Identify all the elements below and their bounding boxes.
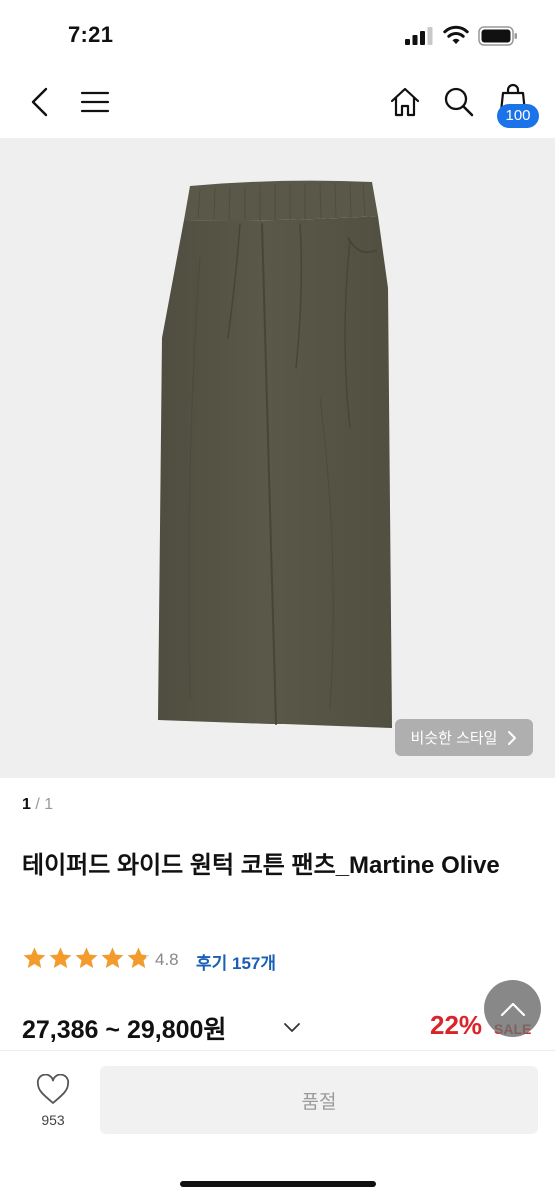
- chevron-left-icon: [31, 87, 48, 117]
- cellular-signal-icon: [405, 27, 433, 45]
- scroll-to-top-button[interactable]: [484, 980, 541, 1037]
- star-icon: [127, 947, 150, 968]
- back-button[interactable]: [20, 82, 60, 122]
- star-icon: [75, 947, 98, 968]
- similar-style-label: 비슷한 스타일: [410, 730, 498, 747]
- star-icon: [23, 947, 46, 968]
- price-range: 27,386 ~ 29,800원: [22, 1016, 227, 1044]
- menu-button[interactable]: [75, 82, 115, 122]
- heart-icon: [36, 1073, 70, 1104]
- cart-count-badge: 100: [497, 104, 539, 128]
- star-icon: [101, 947, 124, 968]
- product-photo: [158, 180, 392, 728]
- home-indicator: [180, 1181, 376, 1187]
- chevron-right-icon: [508, 730, 517, 745]
- home-icon: [390, 87, 420, 117]
- pager-current: 1: [22, 796, 31, 813]
- sold-out-button[interactable]: 품절: [100, 1066, 538, 1134]
- rating-value: 4.8: [155, 950, 179, 969]
- review-count-link[interactable]: 후기 157개: [196, 949, 276, 974]
- home-button[interactable]: [385, 82, 425, 122]
- pager-total: 1: [44, 796, 54, 813]
- rating-stars: [22, 946, 151, 971]
- pager-separator: /: [35, 796, 40, 813]
- similar-style-button[interactable]: 비슷한 스타일: [395, 719, 533, 756]
- search-icon: [444, 87, 474, 117]
- battery-icon: [478, 26, 517, 46]
- product-title: 테이퍼드 와이드 원턱 코튼 팬츠_Martine Olive: [22, 852, 500, 879]
- star-icon: [49, 947, 72, 968]
- search-button[interactable]: [439, 82, 479, 122]
- wifi-icon: [443, 25, 469, 44]
- like-count: 953: [41, 1112, 65, 1128]
- status-time: 7:21: [68, 22, 114, 47]
- hamburger-menu-icon: [80, 91, 110, 113]
- image-pager: 1 / 1: [22, 796, 53, 814]
- chevron-up-icon: [500, 1002, 525, 1016]
- chevron-down-icon[interactable]: [282, 1018, 302, 1038]
- discount-rate: 22%: [430, 1010, 483, 1040]
- product-image[interactable]: [0, 138, 555, 778]
